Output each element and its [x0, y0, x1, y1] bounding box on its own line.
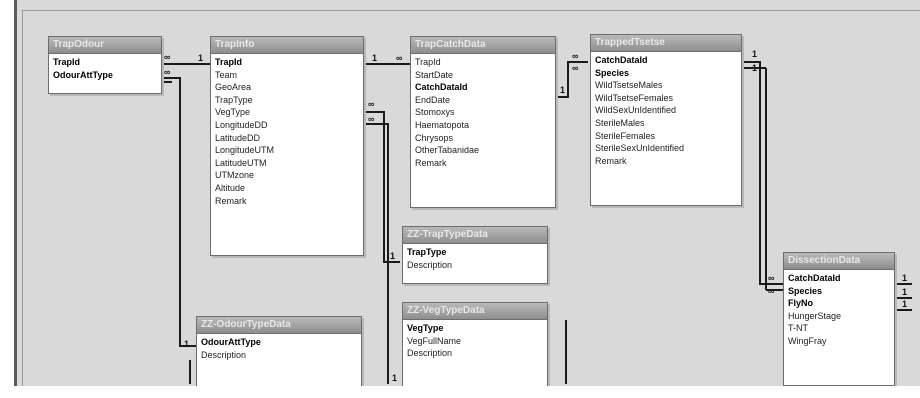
table-title[interactable]: ZZ-VegTypeData: [403, 303, 547, 320]
rel-label-one: 1: [902, 299, 907, 309]
relationship-diagram-canvas: ∞ ∞ 1 1 ∞ ∞ ∞ 1 1 1 1 ∞ ∞ 1 1 ∞ ∞ 1 1 1 …: [0, 0, 920, 398]
field-enddate[interactable]: EndDate: [415, 94, 555, 107]
page-bottom-margin: [0, 386, 920, 398]
field-othertabanidae[interactable]: OtherTabanidae: [415, 144, 555, 157]
field-remark[interactable]: Remark: [415, 157, 555, 170]
field-stomoxys[interactable]: Stomoxys: [415, 106, 555, 119]
rel-label-one: 1: [902, 273, 907, 283]
field-team[interactable]: Team: [215, 69, 363, 82]
rel-label-many: ∞: [768, 273, 774, 283]
field-trapid[interactable]: TrapId: [415, 56, 555, 69]
field-wildtsetsemales[interactable]: WildTsetseMales: [595, 79, 741, 92]
field-list: CatchDataId Species FlyNo HungerStage T-NT Wi…: [784, 270, 894, 348]
field-utmzone[interactable]: UTMzone: [215, 169, 363, 182]
table-trapodour[interactable]: TrapOdour TrapId OdourAttType: [48, 36, 162, 94]
field-odouratttype[interactable]: OdourAttType: [201, 336, 361, 349]
field-vegtype[interactable]: VegType: [407, 322, 547, 335]
table-dissectiondata[interactable]: DissectionData CatchDataId Species FlyNo Hu…: [783, 252, 895, 386]
field-chrysops[interactable]: Chrysops: [415, 132, 555, 145]
rel-label-many: ∞: [164, 67, 170, 77]
field-t-nt[interactable]: T-NT: [788, 322, 894, 335]
field-wildsexunidentified[interactable]: WildSexUnIdentified: [595, 104, 741, 117]
table-zz-odourtypedata[interactable]: ZZ-OdourTypeData OdourAttType Description: [196, 316, 362, 388]
field-species[interactable]: Species: [595, 67, 741, 80]
field-description[interactable]: Description: [201, 349, 361, 362]
table-title[interactable]: TrappedTsetse: [591, 35, 741, 52]
field-latitudeutm[interactable]: LatitudeUTM: [215, 157, 363, 170]
table-trappedtsetse[interactable]: TrappedTsetse CatchDataId Species WildTset…: [590, 34, 742, 206]
field-list: TrapId OdourAttType: [49, 54, 161, 81]
field-list: CatchDataId Species WildTsetseMales WildTse…: [591, 52, 741, 167]
table-title[interactable]: TrapCatchData: [411, 37, 555, 54]
field-longitudedd[interactable]: LongitudeDD: [215, 119, 363, 132]
rel-label-many: ∞: [572, 63, 578, 73]
field-latitudedd[interactable]: LatitudeDD: [215, 132, 363, 145]
rel-label-many: ∞: [368, 114, 374, 124]
field-vegtype[interactable]: VegType: [215, 106, 363, 119]
rel-label-one: 1: [392, 373, 397, 383]
table-title[interactable]: DissectionData: [784, 253, 894, 270]
field-odouratttype[interactable]: OdourAttType: [53, 69, 161, 82]
rel-label-one: 1: [390, 251, 395, 261]
rel-label-one: 1: [902, 287, 907, 297]
field-traptype[interactable]: TrapType: [215, 94, 363, 107]
field-remark[interactable]: Remark: [595, 155, 741, 168]
field-startdate[interactable]: StartDate: [415, 69, 555, 82]
field-geoarea[interactable]: GeoArea: [215, 81, 363, 94]
rel-line-trapodour-odourtype: [162, 77, 196, 347]
field-altitude[interactable]: Altitude: [215, 182, 363, 195]
field-haematopota[interactable]: Haematopota: [415, 119, 555, 132]
rel-label-one: 1: [372, 53, 377, 63]
rel-label-one: 1: [752, 63, 757, 73]
field-list: TrapType Description: [403, 244, 547, 271]
table-title[interactable]: TrapOdour: [49, 37, 161, 54]
field-list: TrapId StartDate CatchDataId EndDate Stomoxy…: [411, 54, 555, 169]
field-remark[interactable]: Remark: [215, 195, 363, 208]
field-list: VegType VegFullName Description: [403, 320, 547, 360]
field-sterilemales[interactable]: SterileMales: [595, 117, 741, 130]
rel-label-one: 1: [752, 49, 757, 59]
rel-label-one: 1: [560, 85, 565, 95]
field-traptype[interactable]: TrapType: [407, 246, 547, 259]
table-zz-vegtypedata[interactable]: ZZ-VegTypeData VegType VegFullName Descrip…: [402, 302, 548, 388]
field-catchdataid[interactable]: CatchDataId: [415, 81, 555, 94]
rel-line-tsetse-dissection: [742, 61, 783, 285]
rel-label-one: 1: [184, 339, 189, 349]
field-catchdataid[interactable]: CatchDataId: [788, 272, 894, 285]
field-wingfray[interactable]: WingFray: [788, 335, 894, 348]
field-catchdataid[interactable]: CatchDataId: [595, 54, 741, 67]
field-species[interactable]: Species: [788, 285, 894, 298]
rel-label-one: 1: [198, 53, 203, 63]
field-hungerstage[interactable]: HungerStage: [788, 310, 894, 323]
rel-label-many: ∞: [396, 53, 402, 63]
table-trapinfo[interactable]: TrapInfo TrapId Team GeoArea TrapType VegTyp…: [210, 36, 364, 256]
rel-label-many: ∞: [768, 286, 774, 296]
rel-label-many: ∞: [368, 99, 374, 109]
table-title[interactable]: ZZ-TrapTypeData: [403, 227, 547, 244]
table-zz-traptypedata[interactable]: ZZ-TrapTypeData TrapType Description: [402, 226, 548, 284]
field-description[interactable]: Description: [407, 259, 547, 272]
field-list: TrapId Team GeoArea TrapType VegType Longitud…: [211, 54, 363, 207]
field-longitudeutm[interactable]: LongitudeUTM: [215, 144, 363, 157]
field-trapid[interactable]: TrapId: [215, 56, 363, 69]
field-wildtsetsefemales[interactable]: WildTsetseFemales: [595, 92, 741, 105]
table-title[interactable]: TrapInfo: [211, 37, 363, 54]
rel-line-trapinfo-traptype: [364, 111, 400, 263]
field-list: OdourAttType Description: [197, 334, 361, 361]
field-description[interactable]: Description: [407, 347, 547, 360]
field-trapid[interactable]: TrapId: [53, 56, 161, 69]
field-flyno[interactable]: FlyNo: [788, 297, 894, 310]
field-sterilesexunidentified[interactable]: SterileSexUnIdentified: [595, 142, 741, 155]
table-trapcatchdata[interactable]: TrapCatchData TrapId StartDate CatchDataId…: [410, 36, 556, 208]
field-vegfullname[interactable]: VegFullName: [407, 335, 547, 348]
table-title[interactable]: ZZ-OdourTypeData: [197, 317, 361, 334]
rel-label-many: ∞: [164, 52, 170, 62]
rel-label-many: ∞: [572, 51, 578, 61]
field-sterilefemales[interactable]: SterileFemales: [595, 130, 741, 143]
